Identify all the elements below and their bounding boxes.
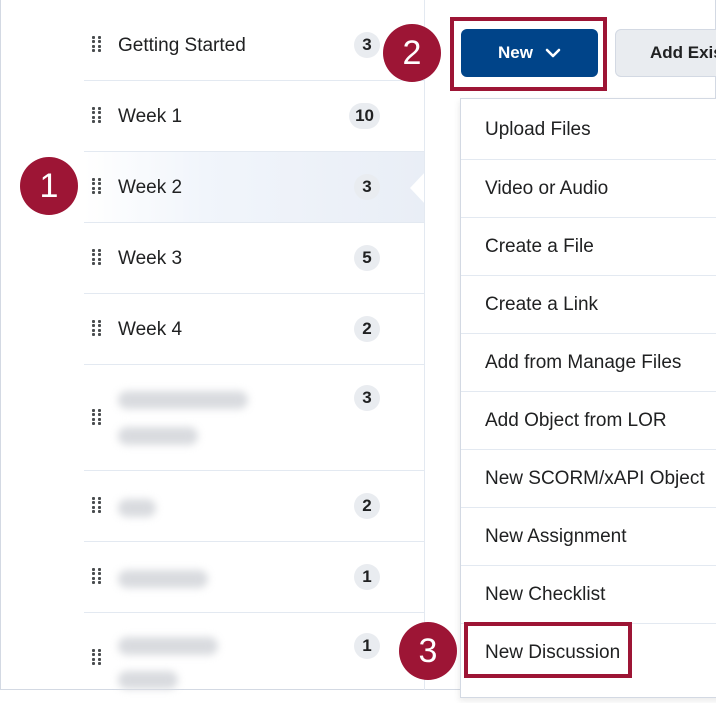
module-count-badge: 5 (354, 245, 380, 271)
module-count-badge: 3 (354, 385, 380, 411)
module-title: Week 1 (118, 106, 183, 127)
module-item-blurred[interactable]: 3 (84, 365, 424, 471)
drag-handle-icon[interactable] (92, 107, 102, 124)
drag-handle-icon[interactable] (92, 409, 102, 426)
add-existing-button[interactable]: Add Exis (615, 29, 716, 77)
module-title: Week 3 (118, 248, 183, 269)
module-title-redacted (118, 671, 178, 689)
module-title-redacted (118, 427, 198, 445)
menu-item-add-object-from-lor[interactable]: Add Object from LOR (461, 391, 716, 449)
module-count-badge: 3 (354, 32, 380, 58)
menu-item-create-a-file[interactable]: Create a File (461, 217, 716, 275)
module-list: Getting Started 3 Week 1 10 Week 2 3 Wee… (84, 10, 424, 690)
module-item-blurred[interactable]: 2 (84, 471, 424, 542)
module-title: Week 4 (118, 319, 183, 340)
menu-item-video-or-audio[interactable]: Video or Audio (461, 159, 716, 217)
module-count-badge: 1 (354, 633, 380, 659)
menu-item-add-from-manage-files[interactable]: Add from Manage Files (461, 333, 716, 391)
module-title: Week 2 (118, 177, 183, 198)
module-item-week-2[interactable]: Week 2 3 (84, 152, 424, 223)
module-count-badge: 10 (349, 103, 380, 129)
drag-handle-icon[interactable] (92, 497, 102, 514)
menu-item-new-checklist[interactable]: New Checklist (461, 565, 716, 623)
module-item-week-1[interactable]: Week 1 10 (84, 81, 424, 152)
new-dropdown-menu: Upload Files Video or Audio Create a Fil… (460, 98, 716, 698)
new-discussion-highlight (464, 622, 632, 678)
module-title-redacted (118, 499, 156, 517)
menu-item-create-a-link[interactable]: Create a Link (461, 275, 716, 333)
menu-item-new-assignment[interactable]: New Assignment (461, 507, 716, 565)
module-item-getting-started[interactable]: Getting Started 3 (84, 10, 424, 81)
step-3-badge: 3 (399, 622, 457, 680)
drag-handle-icon[interactable] (92, 649, 102, 666)
module-count-badge: 1 (354, 564, 380, 590)
drag-handle-icon[interactable] (92, 36, 102, 53)
module-item-week-3[interactable]: Week 3 5 (84, 223, 424, 294)
menu-item-new-scorm-xapi-object[interactable]: New SCORM/xAPI Object (461, 449, 716, 507)
step-2-badge: 2 (383, 24, 441, 82)
menu-item-upload-files[interactable]: Upload Files (461, 101, 716, 159)
panel-divider (424, 0, 425, 690)
module-item-week-4[interactable]: Week 4 2 (84, 294, 424, 365)
module-title: Getting Started (118, 35, 246, 56)
module-title-redacted (118, 570, 208, 588)
drag-handle-icon[interactable] (92, 568, 102, 585)
module-count-badge: 2 (354, 316, 380, 342)
step-1-badge: 1 (20, 157, 78, 215)
module-item-blurred[interactable]: 1 (84, 542, 424, 613)
module-title-redacted (118, 637, 218, 655)
drag-handle-icon[interactable] (92, 178, 102, 195)
drag-handle-icon[interactable] (92, 249, 102, 266)
drag-handle-icon[interactable] (92, 320, 102, 337)
module-title-redacted (118, 391, 248, 409)
module-count-badge: 2 (354, 493, 380, 519)
new-button-highlight (450, 17, 607, 91)
module-count-badge: 3 (354, 174, 380, 200)
